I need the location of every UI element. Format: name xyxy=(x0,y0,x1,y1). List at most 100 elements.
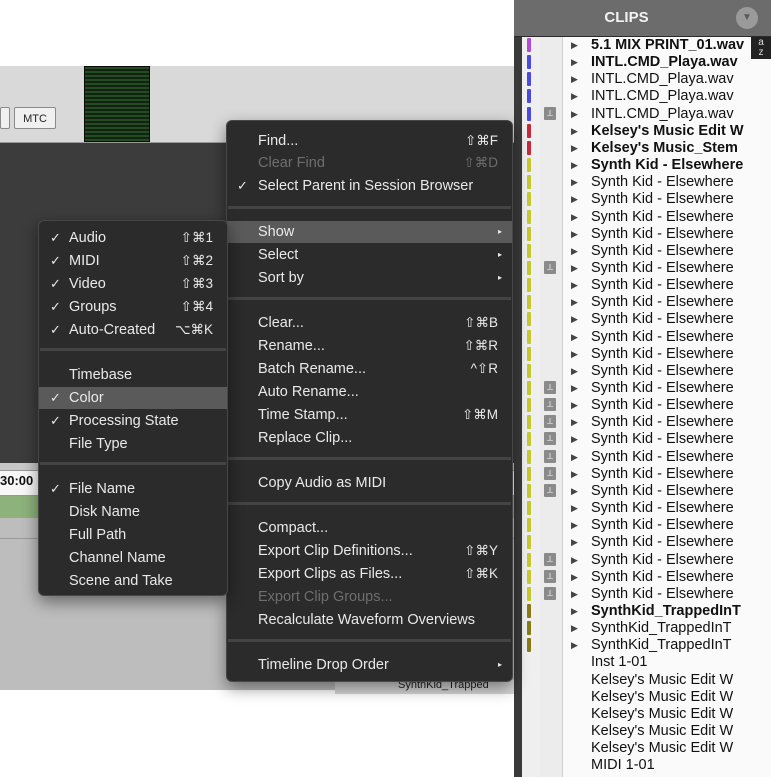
sort-az-icon[interactable]: az xyxy=(751,37,771,59)
clip-row[interactable]: ▶ Synth Kid - Elsewhere xyxy=(522,500,771,517)
chevron-down-icon[interactable]: ▼ xyxy=(736,7,758,29)
menu-item-show[interactable]: Show ▸ xyxy=(227,221,512,243)
clip-row[interactable]: ⟂ ▶ Synth Kid - Elsewhere xyxy=(522,586,771,603)
clip-row[interactable]: ▶ 5.1 MIX PRINT_01.wav xyxy=(522,37,771,54)
expand-triangle-icon[interactable]: ▶ xyxy=(571,486,578,497)
expand-triangle-icon[interactable]: ▶ xyxy=(571,520,578,531)
clip-row[interactable]: ▶ Synth Kid - Elsewhere xyxy=(522,363,771,380)
show-item-full-path[interactable]: Full Path xyxy=(39,524,227,546)
expand-triangle-icon[interactable]: ▶ xyxy=(571,74,578,85)
clip-row[interactable]: Kelsey's Music Edit W xyxy=(522,723,771,740)
menu-item-export-clips-as-files[interactable]: Export Clips as Files... ⇧⌘K xyxy=(227,563,512,585)
clip-row[interactable]: ▶ INTL.CMD_Playa.wav xyxy=(522,54,771,71)
clip-row[interactable]: Kelsey's Music Edit W xyxy=(522,689,771,706)
menu-item-sort-by[interactable]: Sort by ▸ xyxy=(227,267,512,289)
show-item-scene-and-take[interactable]: Scene and Take xyxy=(39,570,227,592)
expand-triangle-icon[interactable]: ▶ xyxy=(571,229,578,240)
clip-row[interactable]: ▶ Synth Kid - Elsewhere xyxy=(522,311,771,328)
expand-triangle-icon[interactable]: ▶ xyxy=(571,640,578,651)
menu-item-recalculate-waveform-overviews[interactable]: Recalculate Waveform Overviews xyxy=(227,609,512,631)
clip-row[interactable]: ⟂ ▶ Synth Kid - Elsewhere xyxy=(522,569,771,586)
expand-triangle-icon[interactable]: ▶ xyxy=(571,160,578,171)
menu-item-rename[interactable]: Rename... ⇧⌘R xyxy=(227,335,512,357)
clip-row[interactable]: ▶ Synth Kid - Elsewhere xyxy=(522,517,771,534)
expand-triangle-icon[interactable]: ▶ xyxy=(571,349,578,360)
expand-triangle-icon[interactable]: ▶ xyxy=(571,400,578,411)
clip-row[interactable]: ▶ Synth Kid - Elsewhere xyxy=(522,534,771,551)
expand-triangle-icon[interactable]: ▶ xyxy=(571,452,578,463)
expand-triangle-icon[interactable]: ▶ xyxy=(571,91,578,102)
expand-triangle-icon[interactable]: ▶ xyxy=(571,572,578,583)
menu-item-clear[interactable]: Clear... ⇧⌘B xyxy=(227,312,512,334)
clip-row[interactable]: ⟂ ▶ Synth Kid - Elsewhere xyxy=(522,483,771,500)
expand-triangle-icon[interactable]: ▶ xyxy=(571,126,578,137)
show-item-channel-name[interactable]: Channel Name xyxy=(39,547,227,569)
expand-triangle-icon[interactable]: ▶ xyxy=(571,177,578,188)
expand-triangle-icon[interactable]: ▶ xyxy=(571,383,578,394)
clip-row[interactable]: ▶ Synth Kid - Elsewhere xyxy=(522,294,771,311)
expand-triangle-icon[interactable]: ▶ xyxy=(571,537,578,548)
clip-row[interactable]: Kelsey's Music Edit W xyxy=(522,740,771,757)
expand-triangle-icon[interactable]: ▶ xyxy=(571,366,578,377)
show-item-auto-created[interactable]: ✓ Auto-Created ⌥⌘K xyxy=(39,319,227,341)
show-item-processing-state[interactable]: ✓ Processing State xyxy=(39,410,227,432)
expand-triangle-icon[interactable]: ▶ xyxy=(571,555,578,566)
expand-triangle-icon[interactable]: ▶ xyxy=(571,332,578,343)
clip-row[interactable]: ⟂ ▶ INTL.CMD_Playa.wav xyxy=(522,106,771,123)
menu-item-select-parent-in-session-browser[interactable]: ✓ Select Parent in Session Browser xyxy=(227,175,512,197)
clip-row[interactable]: ▶ Synth Kid - Elsewhere xyxy=(522,243,771,260)
menu-item-find[interactable]: Find... ⇧⌘F xyxy=(227,130,512,152)
expand-triangle-icon[interactable]: ▶ xyxy=(571,143,578,154)
clip-row[interactable]: ▶ Synth Kid - Elsewhere xyxy=(522,191,771,208)
clips-list[interactable]: ▶ 5.1 MIX PRINT_01.wav ▶ INTL.CMD_Playa.wav… xyxy=(522,37,771,777)
expand-triangle-icon[interactable]: ▶ xyxy=(571,297,578,308)
clip-row[interactable]: ⟂ ▶ Synth Kid - Elsewhere xyxy=(522,414,771,431)
clip-row[interactable]: ▶ Synth Kid - Elsewhere xyxy=(522,346,771,363)
menu-item-batch-rename[interactable]: Batch Rename... ^⇧R xyxy=(227,358,512,380)
expand-triangle-icon[interactable]: ▶ xyxy=(571,57,578,68)
show-item-file-name[interactable]: ✓ File Name xyxy=(39,478,227,500)
expand-triangle-icon[interactable]: ▶ xyxy=(571,280,578,291)
expand-triangle-icon[interactable]: ▶ xyxy=(571,434,578,445)
clip-row[interactable]: MIDI 1-01 xyxy=(522,757,771,774)
menu-item-select[interactable]: Select ▸ xyxy=(227,244,512,266)
clip-row[interactable]: ⟂ ▶ Synth Kid - Elsewhere xyxy=(522,397,771,414)
clip-row[interactable]: ▶ SynthKid_TrappedInT xyxy=(522,637,771,654)
show-item-audio[interactable]: ✓ Audio ⇧⌘1 xyxy=(39,227,227,249)
clip-row[interactable]: ▶ Synth Kid - Elsewhere xyxy=(522,277,771,294)
clip-row[interactable]: ▶ Synth Kid - Elsewhere xyxy=(522,226,771,243)
expand-triangle-icon[interactable]: ▶ xyxy=(571,589,578,600)
clip-row[interactable]: Inst 1-01 xyxy=(522,654,771,671)
expand-triangle-icon[interactable]: ▶ xyxy=(571,194,578,205)
show-item-file-type[interactable]: File Type xyxy=(39,433,227,455)
clip-row[interactable]: ▶ SynthKid_TrappedInT xyxy=(522,620,771,637)
clip-row[interactable]: ▶ Kelsey's Music Edit W xyxy=(522,123,771,140)
menu-item-copy-audio-as-midi[interactable]: Copy Audio as MIDI xyxy=(227,472,512,494)
expand-triangle-icon[interactable]: ▶ xyxy=(571,263,578,274)
clip-row[interactable]: ⟂ ▶ Synth Kid - Elsewhere xyxy=(522,260,771,277)
mtc-button[interactable]: MTC xyxy=(14,107,56,129)
menu-item-timeline-drop-order[interactable]: Timeline Drop Order ▸ xyxy=(227,654,512,676)
clip-row[interactable]: Kelsey's Music Edit W xyxy=(522,672,771,689)
menu-item-export-clip-definitions[interactable]: Export Clip Definitions... ⇧⌘Y xyxy=(227,540,512,562)
show-item-disk-name[interactable]: Disk Name xyxy=(39,501,227,523)
show-item-timebase[interactable]: Timebase xyxy=(39,364,227,386)
clip-row[interactable]: ⟂ ▶ Synth Kid - Elsewhere xyxy=(522,380,771,397)
show-item-color[interactable]: ✓ Color xyxy=(39,387,227,409)
expand-triangle-icon[interactable]: ▶ xyxy=(571,469,578,480)
expand-triangle-icon[interactable]: ▶ xyxy=(571,623,578,634)
expand-triangle-icon[interactable]: ▶ xyxy=(571,503,578,514)
expand-triangle-icon[interactable]: ▶ xyxy=(571,314,578,325)
expand-triangle-icon[interactable]: ▶ xyxy=(571,212,578,223)
clip-row[interactable]: ⟂ ▶ Synth Kid - Elsewhere xyxy=(522,552,771,569)
clip-row[interactable]: ⟂ ▶ Synth Kid - Elsewhere xyxy=(522,466,771,483)
clip-row[interactable]: ▶ Synth Kid - Elsewhere xyxy=(522,157,771,174)
clip-row[interactable]: ▶ Synth Kid - Elsewhere xyxy=(522,209,771,226)
clip-row[interactable]: ▶ Synth Kid - Elsewhere xyxy=(522,329,771,346)
expand-triangle-icon[interactable]: ▶ xyxy=(571,40,578,51)
clip-row[interactable]: ⟂ ▶ Synth Kid - Elsewhere xyxy=(522,431,771,448)
clip-row[interactable]: ⟂ ▶ Synth Kid - Elsewhere xyxy=(522,449,771,466)
clip-row[interactable]: ▶ INTL.CMD_Playa.wav xyxy=(522,88,771,105)
show-item-video[interactable]: ✓ Video ⇧⌘3 xyxy=(39,273,227,295)
show-item-groups[interactable]: ✓ Groups ⇧⌘4 xyxy=(39,296,227,318)
